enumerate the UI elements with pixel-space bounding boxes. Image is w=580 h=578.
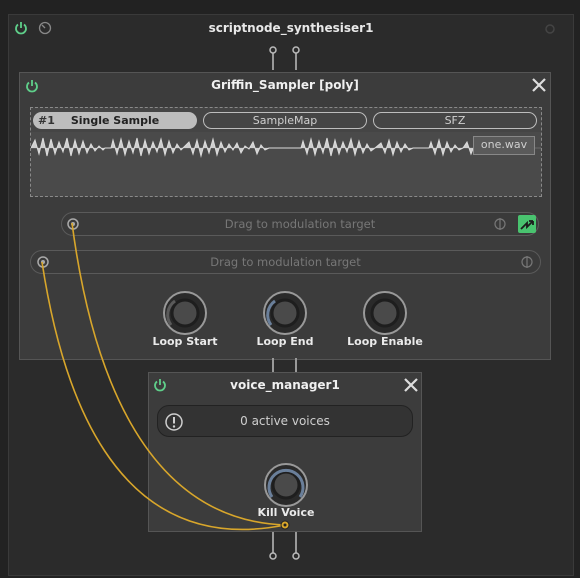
root-header: scriptnode_synthesiser1 [9, 15, 573, 41]
sampler-title: Griffin_Sampler [poly] [211, 78, 359, 92]
tab-label: Single Sample [70, 114, 160, 127]
modulation-slot-1[interactable]: Drag to modulation target [61, 212, 539, 236]
voice-manager-title: voice_manager1 [230, 378, 340, 392]
mod-slot-label: Drag to modulation target [224, 217, 376, 231]
tab-index: #1 [38, 114, 55, 127]
active-voices-display: 0 active voices [157, 405, 413, 437]
sampler-node: Griffin_Sampler [poly] #1 Single Sample … [19, 72, 551, 360]
root-output-connectors[interactable] [265, 532, 305, 562]
add-modulation-icon[interactable] [518, 215, 536, 233]
phase-icon[interactable] [493, 217, 507, 231]
loop-end-label: Loop End [256, 335, 314, 348]
tab-label: SFZ [444, 114, 466, 127]
voice-manager-header: voice_manager1 [149, 373, 421, 397]
kill-voice-label: Kill Voice [257, 506, 315, 519]
mod-slot-label: Drag to modulation target [210, 255, 361, 269]
kill-voice-knob[interactable] [262, 461, 310, 509]
waveform-display[interactable]: one.wav [31, 132, 541, 196]
sample-file-label: one.wav [473, 136, 535, 155]
close-icon[interactable] [532, 78, 546, 92]
sampler-header: Griffin_Sampler [poly] [20, 73, 550, 97]
root-title: scriptnode_synthesiser1 [208, 21, 374, 35]
mod-source-dot-2[interactable] [36, 255, 50, 269]
tab-samplemap[interactable]: SampleMap [203, 112, 367, 129]
loop-enable-knob[interactable] [361, 289, 409, 337]
settings-icon[interactable] [544, 23, 556, 35]
waveform-graphic [31, 137, 541, 158]
tab-sfz[interactable]: SFZ [373, 112, 537, 129]
close-icon[interactable] [404, 378, 418, 392]
loop-start-knob[interactable] [161, 289, 209, 337]
root-input-connectors[interactable] [265, 44, 305, 70]
phase-icon[interactable] [520, 255, 534, 269]
modulation-slot-2[interactable]: Drag to modulation target [30, 250, 541, 274]
loop-end-knob[interactable] [261, 289, 309, 337]
active-voices-text: 0 active voices [240, 414, 330, 428]
voice-manager-node: voice_manager1 0 active voices Kill Voic… [148, 372, 422, 532]
sample-editor[interactable]: #1 Single Sample SampleMap SFZ one.wav [30, 107, 542, 197]
mod-source-dot-1[interactable] [66, 217, 80, 231]
tab-label: SampleMap [252, 114, 318, 127]
node-canvas: scriptnode_synthesiser1 Griffin_Sampler … [0, 0, 580, 578]
loop-start-label: Loop Start [152, 335, 218, 348]
tab-single-sample[interactable]: #1 Single Sample [33, 112, 197, 129]
loop-enable-label: Loop Enable [347, 335, 423, 348]
